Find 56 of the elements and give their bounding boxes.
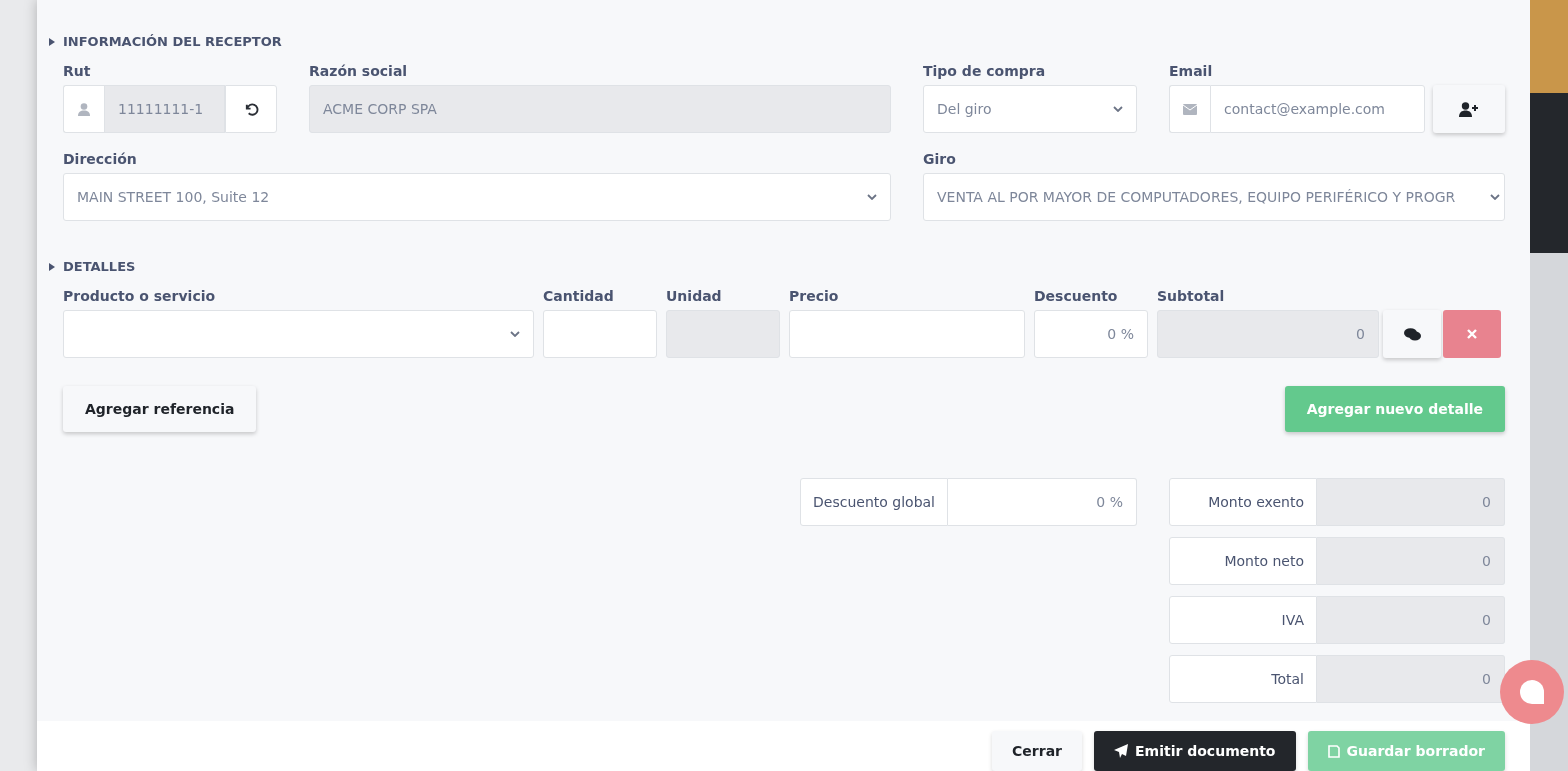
envelope-icon bbox=[1183, 103, 1197, 115]
section-title: INFORMACIÓN DEL RECEPTOR bbox=[63, 34, 282, 49]
field-label: Razón social bbox=[309, 63, 409, 79]
input-field[interactable]: 0 % bbox=[1034, 310, 1148, 358]
field-label: Descuento bbox=[1034, 288, 1119, 304]
input-field[interactable] bbox=[543, 310, 657, 358]
field-label: Producto o servicio bbox=[63, 288, 217, 304]
reset-button[interactable] bbox=[225, 85, 277, 133]
total-value: 0 bbox=[1317, 596, 1505, 644]
undo-icon bbox=[243, 101, 259, 117]
chevron-down-icon bbox=[510, 331, 520, 337]
total-label: Total bbox=[1169, 655, 1317, 703]
input-field[interactable] bbox=[789, 310, 1025, 358]
business-activity-select[interactable]: VENTA AL POR MAYOR DE COMPUTADORES, EQUIPO PERIFÉRICO Y PROGR bbox=[923, 173, 1505, 221]
readonly-field: 0 bbox=[1157, 310, 1379, 358]
section-title: DETALLES bbox=[63, 259, 136, 274]
address-select[interactable]: MAIN STREET 100, Suite 12 bbox=[63, 173, 891, 221]
chevron-down-icon bbox=[1113, 106, 1123, 112]
global-discount-field[interactable]: 0 % bbox=[948, 478, 1137, 526]
field-label: Giro bbox=[923, 151, 957, 167]
field-label: Rut bbox=[63, 63, 92, 79]
field-label: Dirección bbox=[63, 151, 138, 167]
add-detail-button[interactable]: Agregar nuevo detalle bbox=[1284, 386, 1505, 432]
add-reference-button[interactable]: Agregar referencia bbox=[63, 386, 257, 432]
total-value: 0 bbox=[1317, 478, 1505, 526]
product-select[interactable] bbox=[63, 310, 534, 358]
total-value: 0 bbox=[1317, 537, 1505, 585]
business-name-field: ACME CORP SPA bbox=[309, 85, 891, 133]
field-label: Cantidad bbox=[543, 288, 615, 304]
total-label: Monto neto bbox=[1169, 537, 1317, 585]
add-contact-button[interactable] bbox=[1433, 85, 1505, 133]
field-label: Tipo de compra bbox=[923, 63, 1047, 79]
caret-right-icon bbox=[49, 262, 55, 271]
purchase-type-select[interactable]: Del giro bbox=[923, 85, 1137, 133]
caret-right-icon bbox=[49, 37, 55, 46]
chevron-down-icon bbox=[1490, 194, 1500, 200]
close-button[interactable]: Cerrar bbox=[992, 731, 1082, 771]
chevron-down-icon bbox=[867, 194, 877, 200]
user-icon bbox=[78, 102, 90, 116]
chat-bubble-icon bbox=[1519, 680, 1545, 704]
total-label: Monto exento bbox=[1169, 478, 1317, 526]
comments-icon bbox=[1403, 327, 1421, 341]
total-value: 0 bbox=[1317, 655, 1505, 703]
field-label: Descuento global bbox=[800, 478, 948, 526]
close-icon bbox=[1467, 329, 1477, 339]
field-label: Subtotal bbox=[1157, 288, 1226, 304]
field-label: Unidad bbox=[666, 288, 723, 304]
emit-document-button[interactable]: Emitir documento bbox=[1094, 731, 1296, 771]
field-label: Email bbox=[1169, 63, 1214, 79]
comment-button[interactable] bbox=[1383, 310, 1441, 358]
paper-plane-icon bbox=[1114, 744, 1128, 758]
email-field[interactable]: contact@example.com bbox=[1210, 85, 1425, 133]
rut-field[interactable]: 11111111-1 bbox=[104, 85, 225, 133]
field-label: Precio bbox=[789, 288, 840, 304]
user-plus-icon bbox=[1459, 101, 1479, 117]
total-label: IVA bbox=[1169, 596, 1317, 644]
